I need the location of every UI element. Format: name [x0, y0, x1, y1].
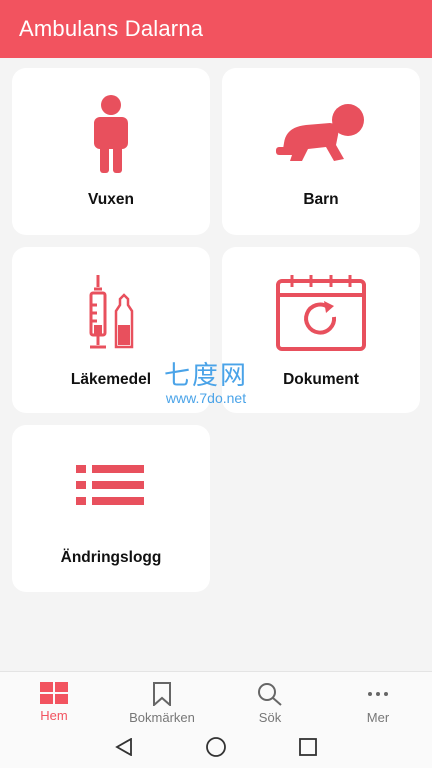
system-back-button[interactable] [78, 726, 170, 768]
calendar-refresh-icon [276, 275, 366, 351]
tile-label: Ändringslogg [60, 549, 162, 566]
list-icon [76, 465, 144, 505]
tile-label: Dokument [283, 371, 359, 388]
nav-hem[interactable]: Hem [0, 672, 108, 726]
recents-square-icon [299, 738, 317, 756]
home-circle-icon [206, 737, 226, 757]
tile-label: Vuxen [88, 191, 134, 208]
nav-label: Sök [258, 710, 282, 725]
nav-label: Hem [40, 708, 68, 723]
tile-andringslogg[interactable]: Ändringslogg [12, 425, 210, 592]
nav-label: Bokmärken [129, 710, 195, 725]
adult-person-icon [94, 95, 128, 173]
system-navigation-bar [0, 726, 432, 768]
search-icon [258, 683, 282, 706]
app-bar: Ambulans Dalarna [0, 0, 432, 58]
tile-label: Barn [303, 191, 339, 208]
tile-label: Läkemedel [70, 371, 152, 388]
bookmark-icon [153, 682, 171, 706]
grid-home-icon [40, 682, 68, 704]
nav-label: Mer [366, 710, 390, 725]
bottom-navigation: Hem Bokmärken Sök Mer [0, 671, 432, 726]
nav-mer[interactable]: Mer [324, 672, 432, 726]
more-dots-icon [368, 692, 388, 696]
tile-dokument[interactable]: Dokument [222, 247, 420, 413]
tile-vuxen[interactable]: Vuxen [12, 68, 210, 235]
tile-barn[interactable]: Barn [222, 68, 420, 235]
nav-sok[interactable]: Sök [216, 672, 324, 726]
system-home-button[interactable] [170, 726, 262, 768]
system-recents-button[interactable] [262, 726, 354, 768]
syringe-ampoule-icon [89, 275, 134, 349]
crawling-baby-icon [276, 104, 364, 161]
app-title: Ambulans Dalarna [19, 16, 204, 41]
back-triangle-icon [115, 738, 132, 756]
tile-lakemedel[interactable]: Läkemedel [12, 247, 210, 413]
nav-bokmarken[interactable]: Bokmärken [108, 672, 216, 726]
